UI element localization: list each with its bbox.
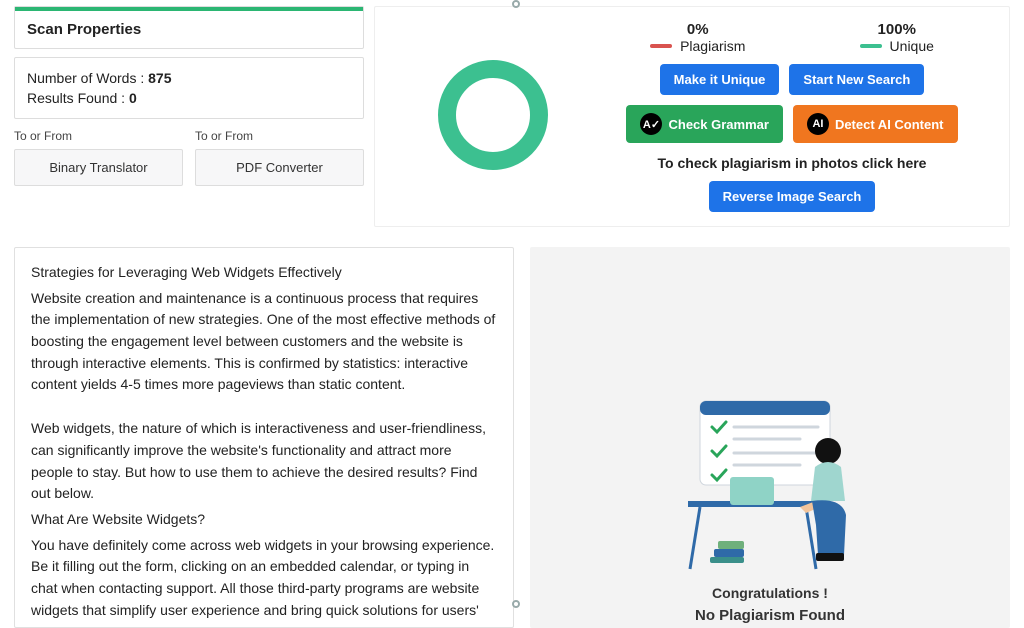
paragraph-spacer [31,400,497,414]
results-found-value: 0 [129,90,137,106]
word-count-value: 875 [148,70,171,86]
word-count-line: Number of Words : 875 [27,70,351,86]
photo-plagiarism-hint[interactable]: To check plagiarism in photos click here [658,155,927,171]
word-count-label: Number of Words : [27,70,144,86]
make-unique-button[interactable]: Make it Unique [660,64,780,95]
article-paragraph-1: Website creation and maintenance is a co… [31,288,497,396]
result-display-panel: Congratulations ! No Plagiarism Found [530,247,1010,628]
start-new-search-button[interactable]: Start New Search [789,64,924,95]
scan-properties-panel: Scan Properties [14,6,364,49]
article-subheading: What Are Website Widgets? [31,509,497,531]
scan-stats-box: Number of Words : 875 Results Found : 0 [14,57,364,119]
no-plagiarism-illustration [660,397,880,577]
pdf-converter-hint: To or From [195,129,364,143]
article-paragraph-3: You have definitely come across web widg… [31,535,497,622]
plagiarism-percent-value: 0% [650,21,745,38]
grammar-icon: A✓ [640,113,662,135]
no-plagiarism-text: No Plagiarism Found [695,607,845,624]
uniqueness-donut-chart [438,60,548,170]
unique-percent-block: 100% Unique [860,21,934,54]
resize-handle-bottom[interactable] [512,600,520,608]
check-grammar-button[interactable]: A✓ Check Grammar [626,105,782,143]
unique-color-indicator [860,44,882,48]
results-found-line: Results Found : 0 [27,90,351,106]
input-text-panel[interactable]: Strategies for Leveraging Web Widgets Ef… [14,247,514,628]
ai-icon: AI [807,113,829,135]
pdf-converter-button[interactable]: PDF Converter [195,149,364,186]
reverse-image-search-button[interactable]: Reverse Image Search [709,181,876,212]
results-found-label: Results Found : [27,90,125,106]
plagiarism-percent-block: 0% Plagiarism [650,21,745,54]
resize-handle-top[interactable] [512,0,520,8]
plagiarism-label: Plagiarism [680,38,745,54]
congratulations-text: Congratulations ! [712,585,828,601]
binary-translator-hint: To or From [14,129,183,143]
article-heading: Strategies for Leveraging Web Widgets Ef… [31,262,497,284]
scan-properties-title: Scan Properties [15,11,363,48]
article-paragraph-2: Web widgets, the nature of which is inte… [31,418,497,505]
binary-translator-button[interactable]: Binary Translator [14,149,183,186]
results-summary-panel: 0% Plagiarism 100% Unique Make it Unique [374,6,1010,227]
unique-label: Unique [890,38,934,54]
plagiarism-color-indicator [650,44,672,48]
unique-percent-value: 100% [860,21,934,38]
detect-ai-button[interactable]: AI Detect AI Content [793,105,958,143]
